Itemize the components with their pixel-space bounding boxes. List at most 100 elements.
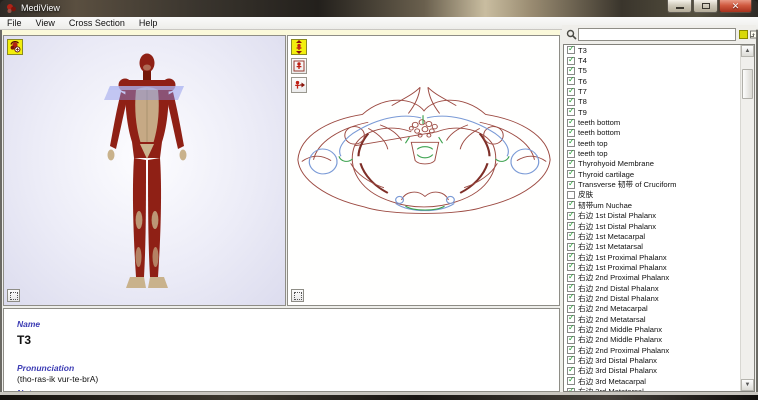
scrollbar-thumb[interactable] xyxy=(742,69,753,99)
item-checkbox[interactable] xyxy=(567,325,575,333)
close-button[interactable]: ✕ xyxy=(719,0,752,13)
list-item-label: T4 xyxy=(578,56,587,65)
list-item[interactable]: 右边 2nd Proximal Phalanx xyxy=(564,273,741,283)
item-checkbox[interactable] xyxy=(567,274,575,282)
list-toggle-icon[interactable] xyxy=(749,30,757,39)
list-item[interactable]: T6 xyxy=(564,76,741,86)
item-checkbox[interactable] xyxy=(567,88,575,96)
item-checkbox[interactable] xyxy=(567,305,575,313)
list-item[interactable]: Thyrohyoid Membrane xyxy=(564,159,741,169)
list-item[interactable]: T5 xyxy=(564,66,741,76)
app-icon xyxy=(6,3,17,14)
item-checkbox[interactable] xyxy=(567,46,575,54)
list-item[interactable]: T7 xyxy=(564,86,741,96)
list-item[interactable]: teeth top xyxy=(564,148,741,158)
expand-cross-section-panel-button[interactable] xyxy=(291,289,304,302)
list-item-label: 右边 2nd Distal Phalanx xyxy=(578,283,659,294)
axial-plane-button[interactable] xyxy=(291,39,307,55)
item-checkbox[interactable] xyxy=(567,315,575,323)
item-checkbox[interactable] xyxy=(567,284,575,292)
structures-panel: T3T4T5T6T7T8T9teeth bottomteeth bottomte… xyxy=(562,25,756,393)
list-item[interactable]: 右边 2nd Middle Phalanx xyxy=(564,324,741,334)
item-checkbox[interactable] xyxy=(567,377,575,385)
item-checkbox[interactable] xyxy=(567,150,575,158)
list-item[interactable]: 右边 2nd Proximal Phalanx xyxy=(564,345,741,355)
item-checkbox[interactable] xyxy=(567,77,575,85)
item-checkbox[interactable] xyxy=(567,57,575,65)
list-item[interactable]: 右边 3rd Distal Phalanx xyxy=(564,355,741,365)
list-item[interactable]: 右边 1st Distal Phalanx xyxy=(564,221,741,231)
list-item[interactable]: T4 xyxy=(564,55,741,65)
item-checkbox[interactable] xyxy=(567,243,575,251)
minimize-button[interactable] xyxy=(667,0,692,13)
expand-icon xyxy=(294,292,302,300)
list-item[interactable]: 右边 2nd Distal Phalanx xyxy=(564,293,741,303)
list-item[interactable]: teeth bottom xyxy=(564,128,741,138)
scroll-down-icon[interactable]: ▼ xyxy=(741,379,754,391)
item-checkbox[interactable] xyxy=(567,181,575,189)
model-3d-viewport[interactable] xyxy=(3,35,286,306)
item-checkbox[interactable] xyxy=(567,212,575,220)
list-item[interactable]: 右边 1st Proximal Phalanx xyxy=(564,252,741,262)
list-item[interactable]: 右边 3rd Metacarpal xyxy=(564,376,741,386)
menu-item-file[interactable]: File xyxy=(0,17,29,29)
list-item[interactable]: T9 xyxy=(564,107,741,117)
scroll-up-icon[interactable]: ▲ xyxy=(741,45,754,57)
item-checkbox[interactable] xyxy=(567,160,575,168)
list-item[interactable]: Transverse 韧带 of Cruciform xyxy=(564,179,741,189)
item-checkbox[interactable] xyxy=(567,222,575,230)
item-checkbox[interactable] xyxy=(567,356,575,364)
item-checkbox[interactable] xyxy=(567,201,575,209)
item-checkbox[interactable] xyxy=(567,67,575,75)
list-item-label: 右边 3rd Distal Phalanx xyxy=(578,355,657,366)
expand-3d-panel-button[interactable] xyxy=(7,289,20,302)
item-checkbox[interactable] xyxy=(567,170,575,178)
list-item[interactable]: 右边 2nd Metatarsal xyxy=(564,314,741,324)
item-checkbox[interactable] xyxy=(567,139,575,147)
item-checkbox[interactable] xyxy=(567,346,575,354)
rotate-figure-button[interactable] xyxy=(7,39,23,55)
list-scrollbar[interactable]: ▲ ▼ xyxy=(740,45,754,391)
maximize-button[interactable] xyxy=(693,0,718,13)
item-checkbox[interactable] xyxy=(567,108,575,116)
item-checkbox[interactable] xyxy=(567,336,575,344)
list-item[interactable]: 右边 2nd Middle Phalanx xyxy=(564,335,741,345)
list-item[interactable]: 韧带um Nuchae xyxy=(564,200,741,210)
highlight-button[interactable] xyxy=(739,30,748,39)
list-item[interactable]: 右边 3rd Distal Phalanx xyxy=(564,366,741,376)
list-item-label: T8 xyxy=(578,97,587,106)
search-icon xyxy=(566,29,577,40)
item-checkbox[interactable] xyxy=(567,253,575,261)
list-item-label: Transverse 韧带 of Cruciform xyxy=(578,179,676,190)
item-checkbox[interactable] xyxy=(567,294,575,302)
menu-item-cross-section[interactable]: Cross Section xyxy=(62,17,132,29)
list-item-label: 韧带um Nuchae xyxy=(578,200,632,211)
list-item[interactable]: 右边 1st Proximal Phalanx xyxy=(564,262,741,272)
list-item[interactable]: 右边 1st Metatarsal xyxy=(564,242,741,252)
list-item-label: T5 xyxy=(578,66,587,75)
list-item[interactable]: 皮肤 xyxy=(564,190,741,200)
list-item[interactable]: Thyroid cartilage xyxy=(564,169,741,179)
list-item[interactable]: T8 xyxy=(564,97,741,107)
list-item[interactable]: T3 xyxy=(564,45,741,55)
menu-item-view[interactable]: View xyxy=(29,17,62,29)
item-checkbox[interactable] xyxy=(567,367,575,375)
list-item[interactable]: 右边 2nd Metacarpal xyxy=(564,304,741,314)
cross-section-viewport[interactable] xyxy=(287,35,560,306)
list-item[interactable]: teeth bottom xyxy=(564,117,741,127)
item-checkbox[interactable] xyxy=(567,98,575,106)
item-checkbox[interactable] xyxy=(567,263,575,271)
list-item[interactable]: 右边 2nd Distal Phalanx xyxy=(564,283,741,293)
list-item[interactable]: 右边 1st Metacarpal xyxy=(564,231,741,241)
search-input[interactable] xyxy=(578,28,736,41)
item-checkbox[interactable] xyxy=(567,129,575,137)
menu-item-help[interactable]: Help xyxy=(132,17,165,29)
list-item[interactable]: 右边 1st Distal Phalanx xyxy=(564,211,741,221)
item-checkbox[interactable] xyxy=(567,232,575,240)
item-checkbox[interactable] xyxy=(567,119,575,127)
item-checkbox[interactable] xyxy=(567,191,575,199)
list-item[interactable]: teeth top xyxy=(564,138,741,148)
coronal-plane-button[interactable] xyxy=(291,58,307,74)
title-bar[interactable]: MediView ✕ xyxy=(0,0,758,17)
cross-section-drawing xyxy=(292,76,556,220)
